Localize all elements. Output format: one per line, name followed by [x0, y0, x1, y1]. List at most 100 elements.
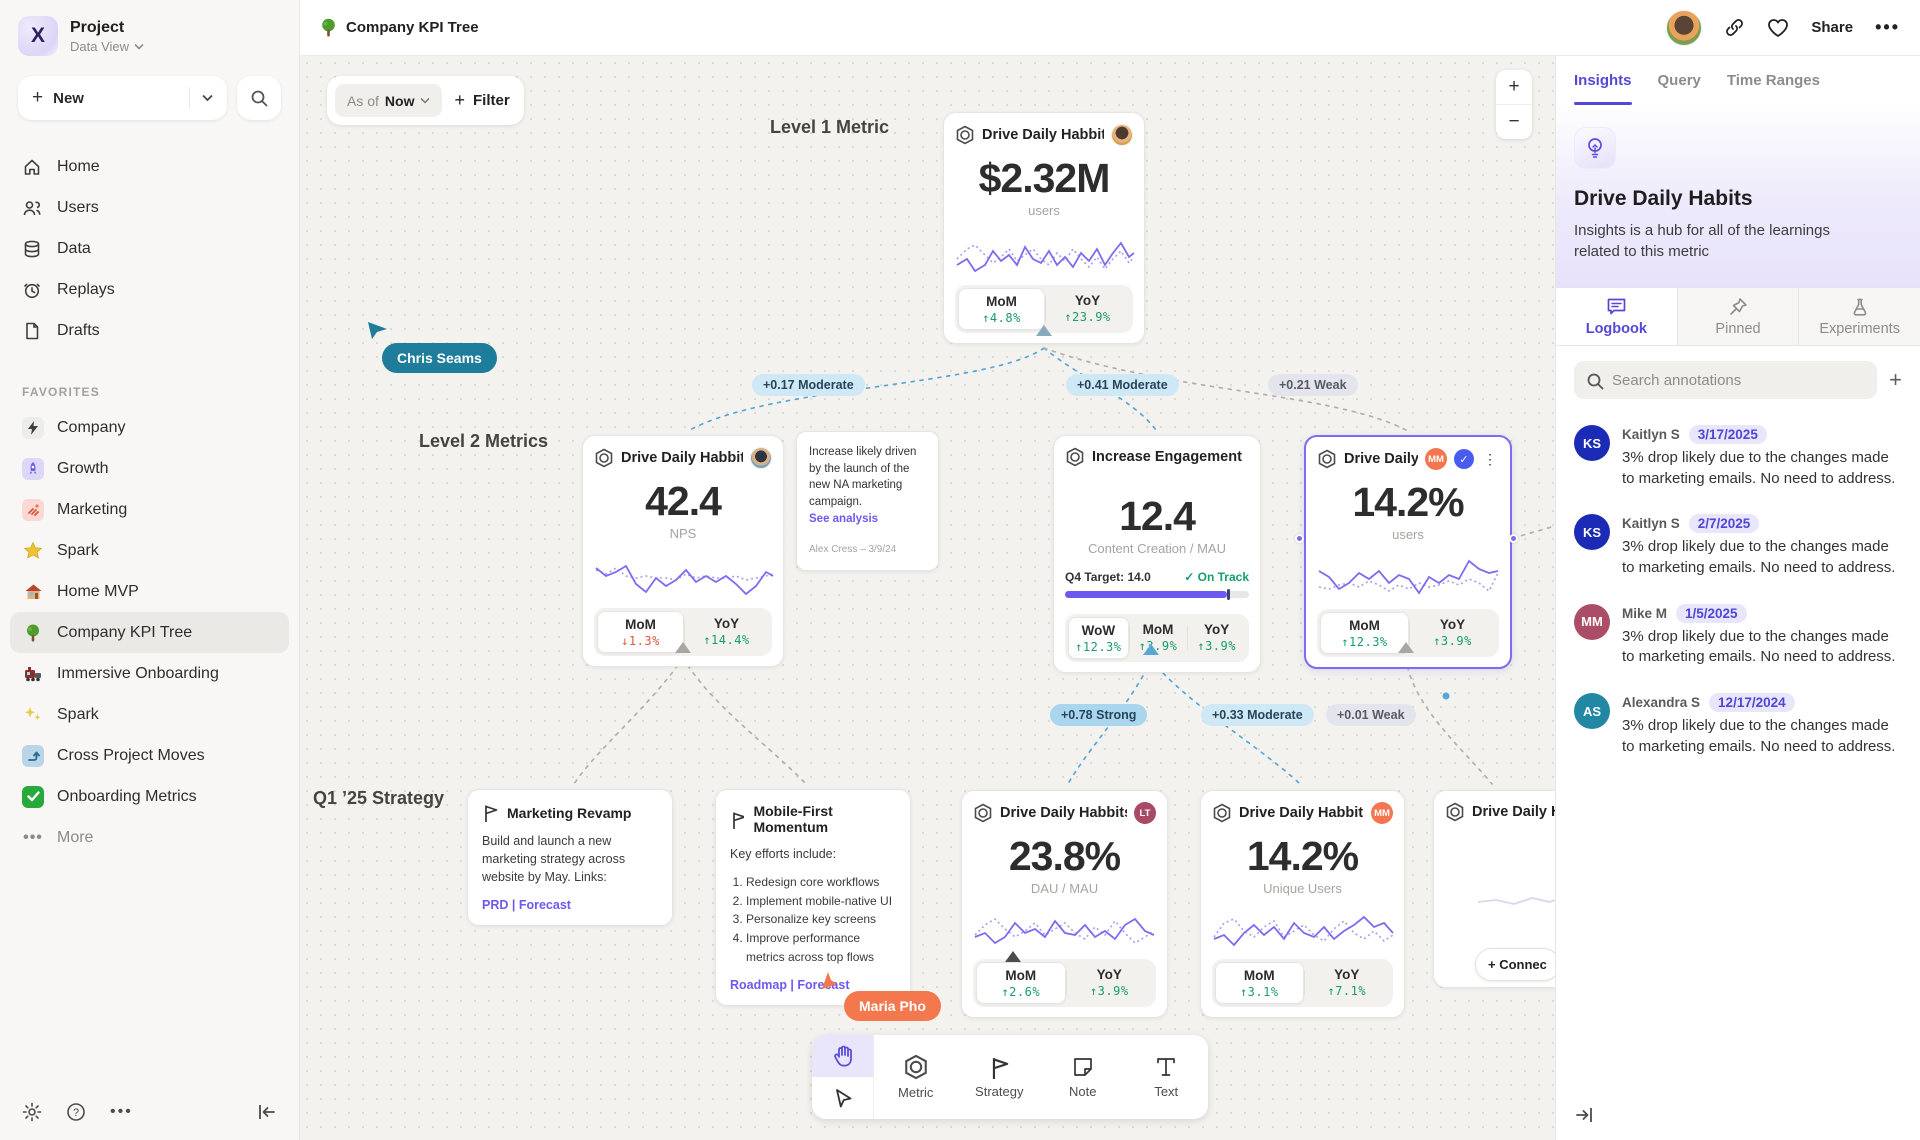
kpi-tree-canvas[interactable]: As of Now + Filter + − Level 1 Metric Le… — [300, 56, 1555, 1140]
copy-link-icon[interactable] — [1724, 17, 1745, 38]
sidebar-item-onboarding-metrics[interactable]: Onboarding Metrics — [10, 776, 289, 817]
annotation-date-badge[interactable]: 1/5/2025 — [1676, 604, 1747, 623]
more-menu-icon[interactable]: ••• — [1875, 17, 1900, 38]
metric-card-engagement[interactable]: Increase Engagement 12.4 Content Creatio… — [1053, 435, 1261, 673]
help-icon[interactable]: ? — [66, 1102, 86, 1122]
stat-chip-yoy[interactable]: YoY ↑3.9% — [1187, 617, 1246, 659]
stat-chip-yoy[interactable]: YoY ↑3.9% — [1066, 962, 1154, 1004]
filter-button[interactable]: + Filter — [454, 90, 509, 111]
strategy-links[interactable]: PRD | Forecast — [482, 898, 658, 912]
subtab-pinned[interactable]: Pinned — [1677, 288, 1799, 345]
connect-button[interactable]: + Connec — [1475, 948, 1555, 981]
as-of-selector[interactable]: As of Now — [335, 84, 442, 117]
owner-avatar[interactable] — [1111, 124, 1133, 146]
chevron-down-icon[interactable] — [202, 94, 213, 102]
annotation-item[interactable]: AS Alexandra S12/17/2024 3% drop likely … — [1574, 693, 1902, 757]
stat-chip-mom[interactable]: MoM ↑3.1% — [1215, 962, 1304, 1004]
sidebar-item-more[interactable]: ••• More — [10, 817, 289, 858]
stat-chip-mom[interactable]: MoM ↑12.3% — [1320, 612, 1409, 654]
select-tool[interactable] — [812, 1077, 873, 1119]
edge-correlation-label[interactable]: +0.78 Strong — [1050, 704, 1147, 726]
tab-insights[interactable]: Insights — [1574, 56, 1632, 105]
collapse-caret[interactable] — [1398, 642, 1414, 653]
subtab-logbook[interactable]: Logbook — [1556, 288, 1677, 345]
search-button[interactable] — [237, 76, 281, 120]
edge-correlation-label[interactable]: +0.01 Weak — [1326, 704, 1416, 726]
annotation-date-badge[interactable]: 2/7/2025 — [1689, 514, 1760, 533]
stat-chip-yoy[interactable]: YoY ↑23.9% — [1045, 288, 1130, 330]
metric-card-dau-mau[interactable]: Drive Daily Habbits LT 23.8% DAU / MAU M… — [961, 790, 1168, 1018]
project-switcher[interactable]: X Project Data View — [0, 0, 299, 66]
metric-tool[interactable]: Metric — [874, 1035, 958, 1119]
tab-query[interactable]: Query — [1658, 56, 1701, 105]
selection-handle[interactable] — [1509, 534, 1518, 543]
add-annotation-button[interactable]: + — [1889, 369, 1902, 391]
annotation-search-input[interactable] — [1574, 361, 1877, 399]
stat-chip-yoy[interactable]: YoY ↑7.1% — [1304, 962, 1391, 1004]
annotation-note-card[interactable]: Increase likely driven by the launch of … — [796, 431, 939, 571]
user-avatar[interactable] — [1666, 10, 1702, 46]
sidebar-item-data[interactable]: Data — [0, 228, 299, 269]
subtab-experiments[interactable]: Experiments — [1798, 288, 1920, 345]
stat-chip-mom[interactable]: MoM ↑4.8% — [958, 288, 1045, 330]
annotation-item[interactable]: KS Kaitlyn S3/17/2025 3% drop likely due… — [1574, 425, 1902, 489]
sidebar-item-spark[interactable]: Spark — [10, 530, 289, 571]
share-button[interactable]: Share — [1811, 19, 1853, 36]
settings-gear-icon[interactable] — [22, 1102, 42, 1122]
stat-chip-yoy[interactable]: YoY ↑14.4% — [684, 611, 769, 653]
strategy-effort-item: Implement mobile-native UI — [746, 892, 896, 911]
annotation-date-badge[interactable]: 12/17/2024 — [1709, 693, 1795, 712]
sidebar-item-cross-project-moves[interactable]: Cross Project Moves — [10, 735, 289, 776]
selection-handle[interactable] — [1295, 534, 1304, 543]
collapse-caret[interactable] — [1036, 325, 1052, 336]
collapse-sidebar-icon[interactable] — [257, 1103, 277, 1121]
sidebar-item-home[interactable]: Home — [0, 146, 299, 187]
sidebar-item-immersive-onboarding[interactable]: Immersive Onboarding — [10, 653, 289, 694]
kebab-menu-icon[interactable]: ⋮ — [1481, 452, 1499, 466]
sidebar-item-marketing[interactable]: Marketing — [10, 489, 289, 530]
annotation-item[interactable]: MM Mike M1/5/2025 3% drop likely due to … — [1574, 604, 1902, 668]
collapse-caret[interactable] — [1143, 644, 1159, 655]
metric-card-l1[interactable]: Drive Daily Habbits $2.32M users MoM ↑4.… — [943, 112, 1145, 344]
workspace-selector[interactable]: Data View — [70, 39, 144, 54]
annotation-item[interactable]: KS Kaitlyn S2/7/2025 3% drop likely due … — [1574, 514, 1902, 578]
text-tool[interactable]: Text — [1125, 1035, 1209, 1119]
metric-card-selected[interactable]: Drive Daily Habb.. MM ✓ ⋮ 14.2% users Mo… — [1304, 435, 1512, 669]
collapse-caret[interactable] — [675, 642, 691, 653]
zoom-in-button[interactable]: + — [1496, 70, 1532, 104]
sidebar-item-company-kpi-tree[interactable]: Company KPI Tree — [10, 612, 289, 653]
stat-chip-wow[interactable]: WoW ↑12.3% — [1068, 617, 1129, 659]
sidebar-item-home-mvp[interactable]: Home MVP — [10, 571, 289, 612]
sidebar-item-drafts[interactable]: Drafts — [0, 310, 299, 351]
edge-correlation-label[interactable]: +0.33 Moderate — [1201, 704, 1314, 726]
note-tool[interactable]: Note — [1041, 1035, 1125, 1119]
more-options-icon[interactable]: ••• — [110, 1103, 130, 1121]
subtab-label: Pinned — [1715, 321, 1760, 337]
hand-tool[interactable] — [812, 1035, 873, 1077]
stat-chip-mom[interactable]: MoM ↓1.3% — [597, 611, 684, 653]
annotation-date-badge[interactable]: 3/17/2025 — [1689, 425, 1767, 444]
stat-chip-yoy[interactable]: YoY ↑3.9% — [1409, 612, 1496, 654]
favorite-heart-icon[interactable] — [1767, 18, 1789, 38]
sidebar-item-users[interactable]: Users — [0, 187, 299, 228]
collapse-panel-icon[interactable] — [1574, 1106, 1594, 1124]
edge-correlation-label[interactable]: +0.41 Moderate — [1066, 374, 1179, 396]
see-analysis-link[interactable]: See analysis — [809, 511, 926, 528]
owner-avatar[interactable] — [750, 447, 772, 469]
new-button[interactable]: + New — [18, 76, 227, 120]
metric-card-unique-users[interactable]: Drive Daily Habbits MM 14.2% Unique User… — [1200, 790, 1405, 1018]
zoom-out-button[interactable]: − — [1496, 105, 1532, 139]
sidebar-item-company[interactable]: Company — [10, 407, 289, 448]
stat-label: YoY — [1409, 617, 1496, 632]
sidebar-item-growth[interactable]: Growth — [10, 448, 289, 489]
tab-time-ranges[interactable]: Time Ranges — [1727, 56, 1820, 105]
edge-correlation-label[interactable]: +0.21 Weak — [1268, 374, 1358, 396]
edge-correlation-label[interactable]: +0.17 Moderate — [752, 374, 865, 396]
strategy-card-marketing-revamp[interactable]: Marketing Revamp Build and launch a new … — [467, 789, 673, 926]
metric-card-nps[interactable]: Drive Daily Habbits 42.4 NPS MoM ↓1.3% Y… — [582, 435, 784, 667]
sidebar-item-spark-2[interactable]: Spark — [10, 694, 289, 735]
collapse-caret[interactable] — [1005, 951, 1021, 962]
sidebar-item-replays[interactable]: Replays — [0, 269, 299, 310]
strategy-tool[interactable]: Strategy — [958, 1035, 1042, 1119]
stat-chip-mom[interactable]: MoM ↑2.6% — [976, 962, 1066, 1004]
